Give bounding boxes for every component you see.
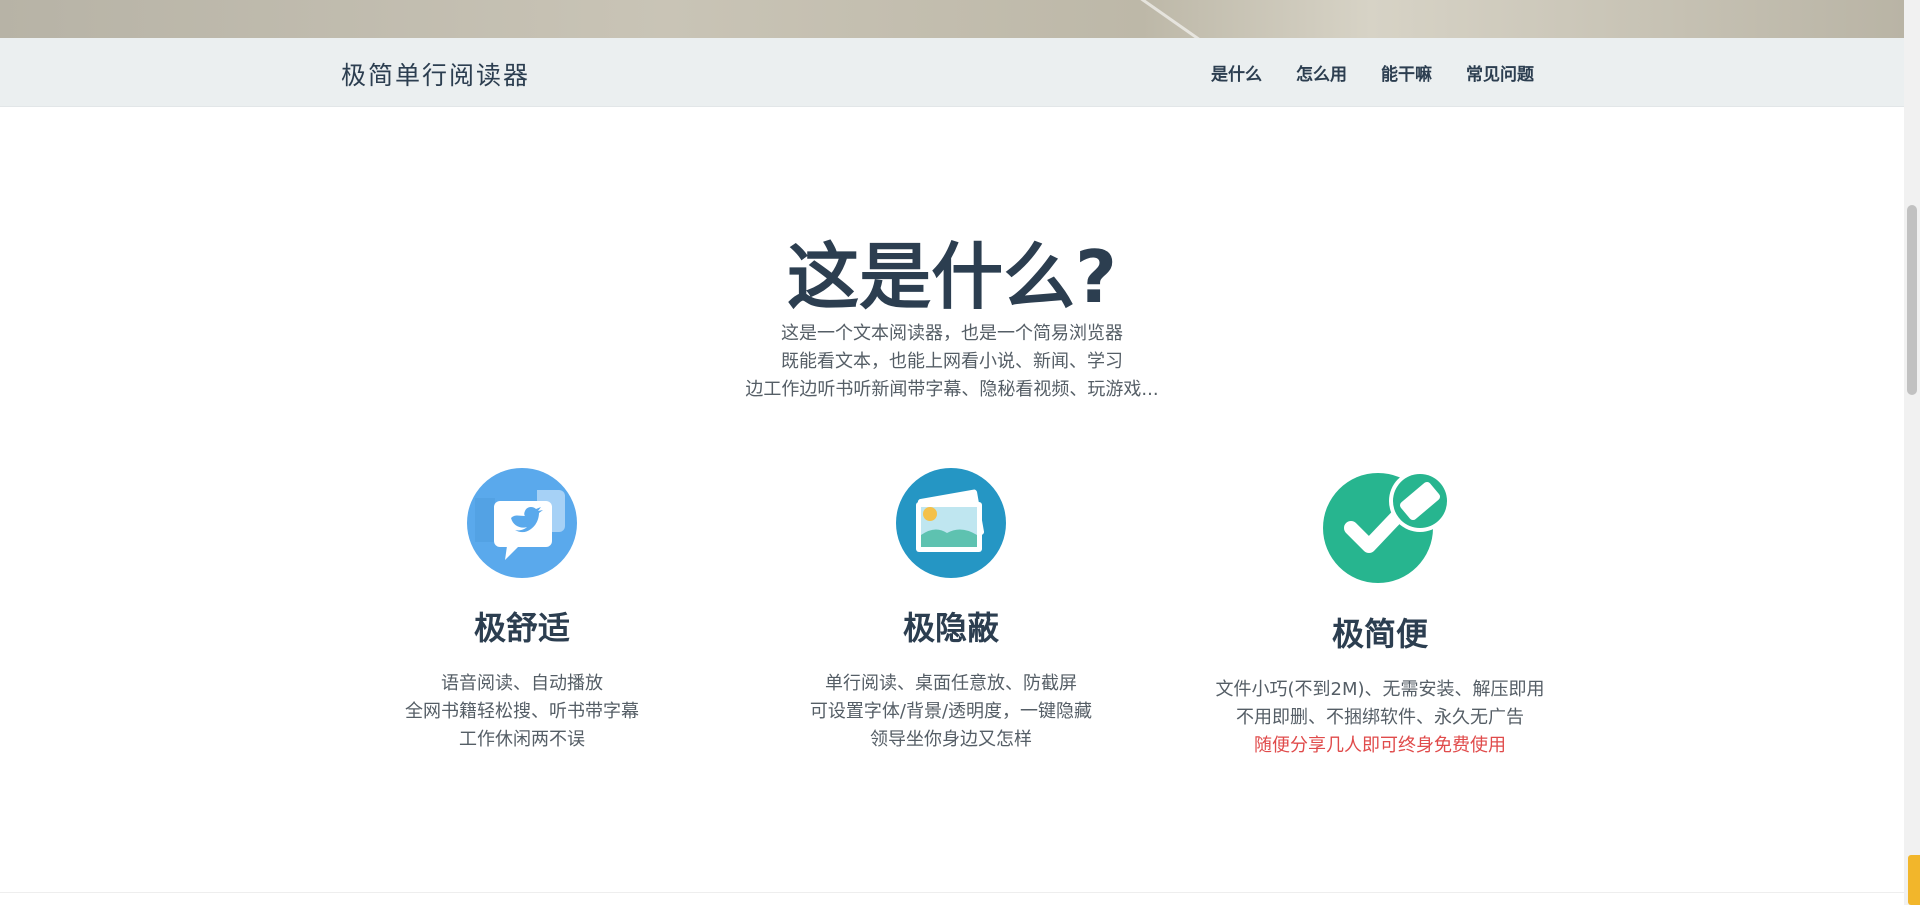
vertical-scrollbar[interactable] <box>1904 0 1920 905</box>
feature-title: 极舒适 <box>473 609 570 647</box>
nav-link-how[interactable]: 怎么用 <box>1296 60 1347 85</box>
intro-line: 边工作边听书听新闻带字幕、隐秘看视频、玩游戏... <box>745 379 1159 400</box>
hero-image-strip <box>0 0 1904 38</box>
nav-link-uses[interactable]: 能干嘛 <box>1381 60 1432 85</box>
section-title: 这是什么? <box>787 235 1117 319</box>
feature-title: 极隐蔽 <box>902 609 999 647</box>
top-navbar: 极简单行阅读器 是什么 怎么用 能干嘛 常见问题 <box>0 38 1904 107</box>
section-divider <box>0 892 1904 893</box>
intro-line: 这是一个文本阅读器，也是一个简易浏览器 <box>781 323 1123 344</box>
feature-hidden: 极隐蔽 单行阅读、桌面任意放、防截屏 可设置字体/背景/透明度，一键隐藏 领导坐… <box>741 468 1161 754</box>
feature-title: 极简便 <box>1331 615 1428 653</box>
feature-desc-line: 语音阅读、自动播放 <box>441 673 603 694</box>
feature-desc-line: 不用即删、不捆绑软件、永久无广告 <box>1236 707 1524 728</box>
feature-description: 语音阅读、自动播放 全网书籍轻松搜、听书带字幕 工作休闲两不误 <box>312 670 732 754</box>
chat-bird-icon <box>467 468 577 578</box>
brand-logo-text[interactable]: 极简单行阅读器 <box>341 56 530 92</box>
page: 极简单行阅读器 是什么 怎么用 能干嘛 常见问题 这是什么? 这是一个文本阅读器… <box>0 0 1920 905</box>
feature-desc-line: 领导坐你身边又怎样 <box>870 729 1032 750</box>
nav-link-what[interactable]: 是什么 <box>1211 60 1262 85</box>
scrollbar-thumb[interactable] <box>1907 205 1917 395</box>
feature-desc-line: 工作休闲两不误 <box>459 729 585 750</box>
feature-comfortable: 极舒适 语音阅读、自动播放 全网书籍轻松搜、听书带字幕 工作休闲两不误 <box>312 468 732 754</box>
feature-desc-line: 单行阅读、桌面任意放、防截屏 <box>825 673 1077 694</box>
side-tab-handle[interactable] <box>1908 855 1920 905</box>
feature-desc-line: 全网书籍轻松搜、听书带字幕 <box>405 701 639 722</box>
nav-links: 是什么 怎么用 能干嘛 常见问题 <box>1211 60 1534 85</box>
photos-icon <box>896 468 1006 578</box>
feature-desc-line: 可设置字体/背景/透明度，一键隐藏 <box>809 701 1093 722</box>
feature-desc-line: 文件小巧(不到2M)、无需安装、解压即用 <box>1215 679 1545 700</box>
checkmark-eraser-icon <box>1323 468 1451 583</box>
feature-simple: 极简便 文件小巧(不到2M)、无需安装、解压即用 不用即删、不捆绑软件、永久无广… <box>1170 468 1590 760</box>
free-use-highlight: 随便分享几人即可终身免费使用 <box>1254 735 1506 756</box>
feature-description: 文件小巧(不到2M)、无需安装、解压即用 不用即删、不捆绑软件、永久无广告 随便… <box>1170 676 1590 760</box>
feature-description: 单行阅读、桌面任意放、防截屏 可设置字体/背景/透明度，一键隐藏 领导坐你身边又… <box>741 670 1161 754</box>
nav-link-faq[interactable]: 常见问题 <box>1466 60 1534 85</box>
intro-line: 既能看文本，也能上网看小说、新闻、学习 <box>781 351 1123 372</box>
intro-text: 这是一个文本阅读器，也是一个简易浏览器 既能看文本，也能上网看小说、新闻、学习 … <box>0 320 1904 404</box>
